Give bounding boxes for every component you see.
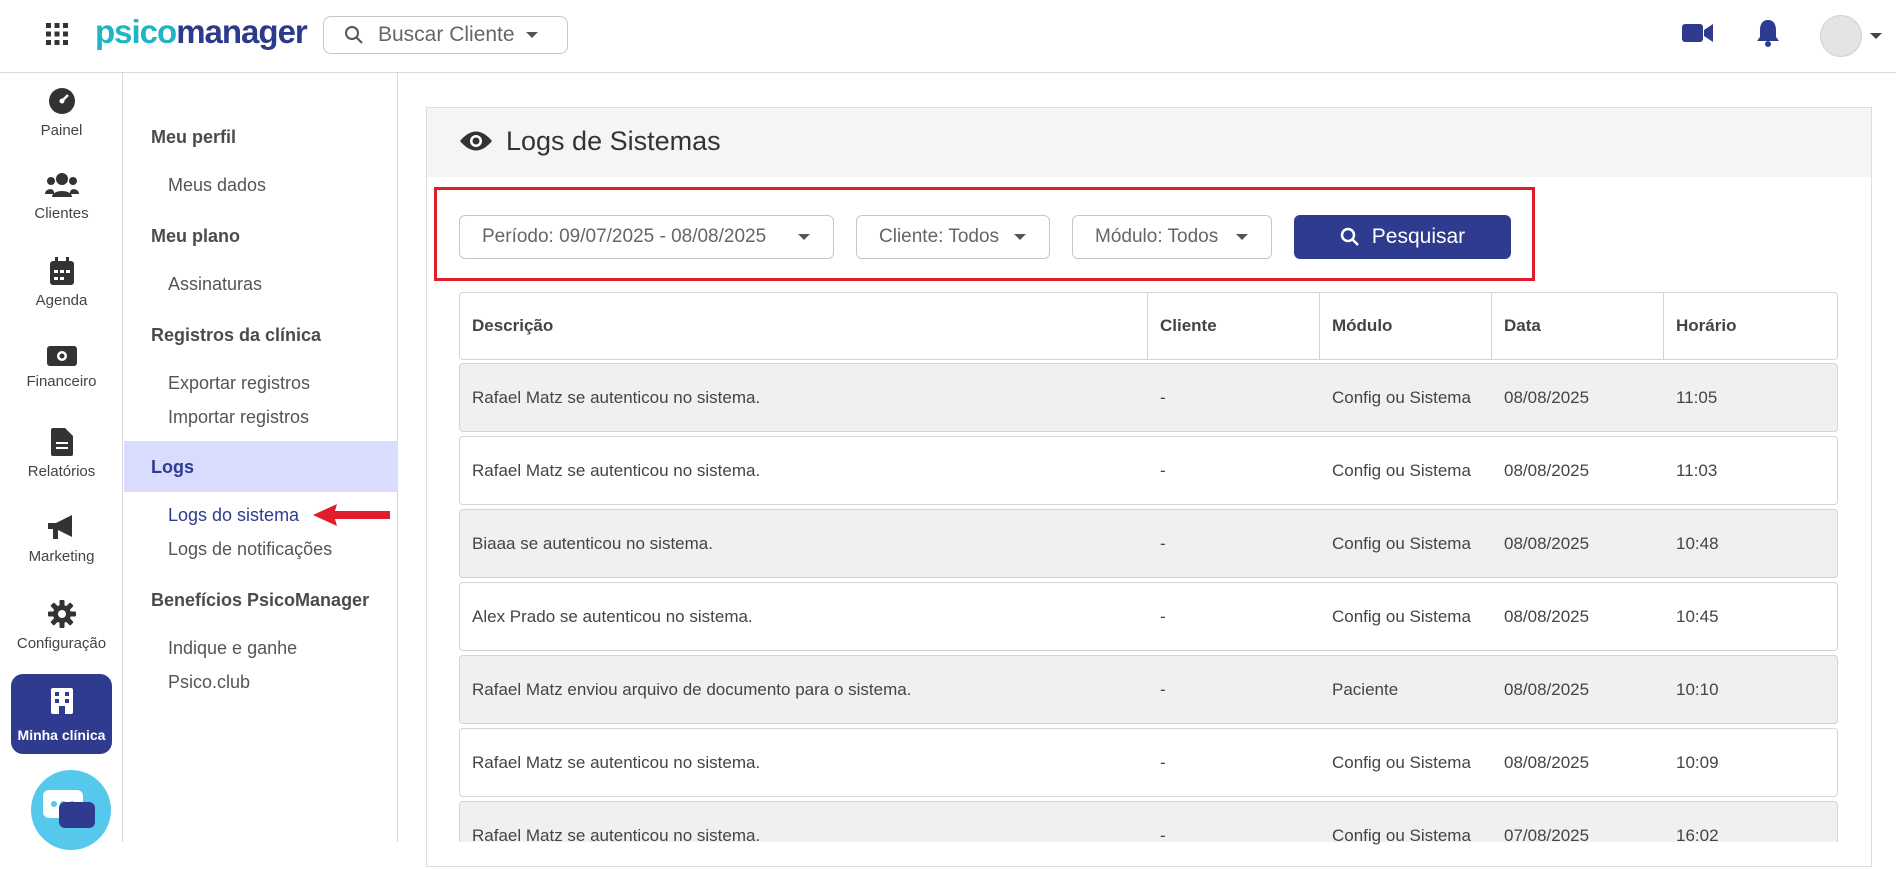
search-placeholder: Buscar Cliente [378,23,515,46]
eye-icon [460,131,492,151]
file-icon [50,428,73,456]
users-icon [44,173,79,197]
nav-item-marketing[interactable]: Marketing [0,515,123,565]
megaphone-icon [47,515,72,539]
calendar-icon [49,257,74,285]
section-meu-plano: Meu plano [151,226,240,246]
section-meu-perfil: Meu perfil [151,127,237,147]
nav-item-agenda[interactable]: Agenda [0,257,123,309]
column-header-horario: Horário [1676,316,1737,335]
search-button[interactable]: Pesquisar [1294,215,1511,259]
link-meus-dados[interactable]: Meus dados [168,175,266,196]
chat-icon [43,790,95,828]
chat-support-button[interactable] [31,770,111,850]
client-filter[interactable]: Cliente: Todos [856,215,1050,259]
settings-submenu: Meu perfil Meus dados Meu plano Assinatu… [124,73,398,842]
column-header-modulo: Módulo [1320,293,1492,359]
table-row: Rafael Matz se autenticou no sistema. - … [459,436,1838,505]
nav-item-minha-clinica[interactable]: Minha clínica [11,674,112,754]
nav-item-configuracao[interactable]: Configuração [0,600,123,652]
nav-item-painel[interactable]: Painel [0,87,123,139]
search-icon [345,26,363,44]
table-row: Alex Prado se autenticou no sistema. - C… [459,582,1838,651]
table-row: Rafael Matz se autenticou no sistema. - … [459,363,1838,432]
section-logs: Logs [151,457,194,477]
video-camera-icon[interactable] [1682,22,1714,44]
chevron-down-icon[interactable] [1869,32,1883,40]
search-icon [1340,227,1359,246]
nav-item-relatorios[interactable]: Relatórios [0,428,123,480]
link-exportar-registros[interactable]: Exportar registros [168,373,310,394]
table-row: Rafael Matz se autenticou no sistema. - … [459,801,1838,845]
client-search-dropdown[interactable]: Buscar Cliente [323,16,568,54]
main-navigation: Painel Clientes Agenda Financeiro Relató… [0,73,123,850]
link-logs-de-notificacoes[interactable]: Logs de notificações [168,539,332,560]
table-row: Rafael Matz enviou arquivo de documento … [459,655,1838,724]
table-row: Biaaa se autenticou no sistema. - Config… [459,509,1838,578]
column-header-descricao: Descrição [460,293,1148,359]
gauge-icon [48,88,75,114]
money-icon [46,346,77,366]
column-header-data: Data [1492,293,1664,359]
link-indique-e-ganhe[interactable]: Indique e ganhe [168,638,297,659]
nav-item-financeiro[interactable]: Financeiro [0,346,123,390]
psicomanager-logo[interactable]: psicomanager [95,13,308,51]
link-logs-do-sistema[interactable]: Logs do sistema [168,505,299,526]
apps-grid-icon[interactable] [45,22,69,46]
bell-icon[interactable] [1755,18,1781,48]
column-header-cliente: Cliente [1148,293,1320,359]
link-psico-club[interactable]: Psico.club [168,672,250,693]
table-row: Rafael Matz se autenticou no sistema. - … [459,728,1838,797]
page-title: Logs de Sistemas [506,126,721,156]
caret-down-icon [525,32,538,38]
section-registros-da-clinica: Registros da clínica [151,325,322,345]
top-bar: psicomanager Buscar Cliente [0,0,1896,73]
link-importar-registros[interactable]: Importar registros [168,407,309,428]
caret-down-icon [1014,234,1026,240]
red-arrow-annotation [313,504,390,526]
module-filter[interactable]: Módulo: Todos [1072,215,1272,259]
building-icon [50,688,73,714]
user-avatar[interactable] [1820,15,1862,57]
table-header: Descrição Cliente Módulo Data Horário [459,292,1838,360]
caret-down-icon [1236,234,1248,240]
caret-down-icon [798,234,810,240]
section-beneficios: Benefícios PsicoManager [151,590,370,610]
nav-item-clientes[interactable]: Clientes [0,172,123,222]
link-assinaturas[interactable]: Assinaturas [168,274,262,295]
period-filter[interactable]: Período: 09/07/2025 - 08/08/2025 [459,215,834,259]
gear-icon [47,600,76,628]
panel-header: Logs de Sistemas [427,108,1871,177]
